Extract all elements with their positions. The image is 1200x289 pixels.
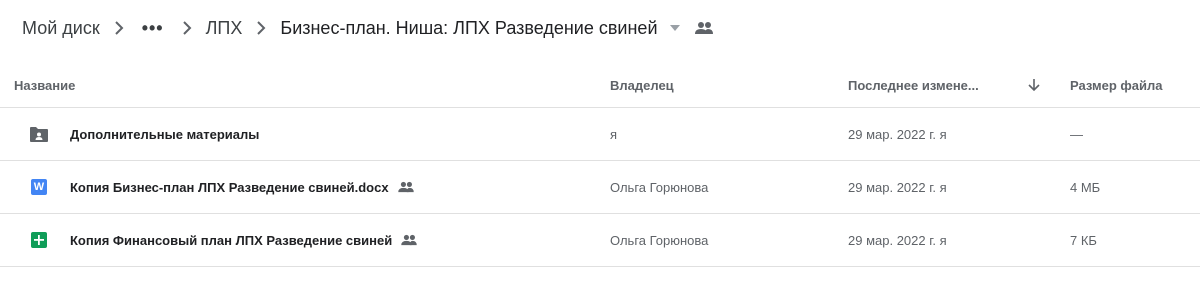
shared-people-icon	[397, 181, 415, 193]
file-name: Копия Финансовый план ЛПХ Разведение сви…	[70, 214, 418, 266]
file-name: Копия Бизнес-план ЛПХ Разведение свиней.…	[70, 161, 415, 213]
sort-arrow-down-icon[interactable]	[1028, 63, 1040, 107]
column-header-size[interactable]: Размер файла	[1070, 63, 1163, 107]
file-owner: Ольга Горюнова	[610, 179, 709, 195]
chevron-right-icon	[172, 21, 202, 35]
file-owner: я	[610, 126, 618, 142]
file-owner: Ольга Горюнова	[610, 232, 709, 248]
file-size: 4 МБ	[1070, 179, 1101, 195]
shared-folder-icon	[28, 108, 50, 160]
caret-down-icon[interactable]	[669, 25, 680, 31]
file-modified: 29 мар. 2022 г. я	[848, 232, 947, 248]
file-list-header: Название Владелец Последнее измене... Ра…	[0, 63, 1200, 108]
breadcrumb-more-button[interactable]: •••	[134, 12, 172, 45]
google-sheets-icon	[28, 214, 50, 266]
breadcrumb-current-folder[interactable]: Бизнес-план. Ниша: ЛПХ Разведение свиней	[276, 12, 661, 45]
column-header-name[interactable]: Название	[14, 63, 75, 107]
file-size: 7 КБ	[1070, 232, 1097, 248]
column-header-modified[interactable]: Последнее измене...	[848, 63, 979, 107]
table-row[interactable]: W Копия Бизнес-план ЛПХ Разведение свине…	[0, 161, 1200, 214]
chevron-right-icon	[104, 21, 134, 35]
file-name: Дополнительные материалы	[70, 126, 260, 142]
file-modified: 29 мар. 2022 г. я	[848, 179, 947, 195]
file-modified: 29 мар. 2022 г. я	[848, 126, 947, 142]
shared-people-icon	[400, 234, 418, 246]
table-row[interactable]: Дополнительные материалы я 29 мар. 2022 …	[0, 108, 1200, 161]
breadcrumb-my-drive[interactable]: Мой диск	[18, 12, 104, 45]
chevron-right-icon	[246, 21, 276, 35]
shared-people-icon[interactable]	[694, 21, 714, 35]
breadcrumb-parent-folder[interactable]: ЛПХ	[202, 12, 247, 45]
word-doc-icon: W	[28, 161, 50, 213]
breadcrumb: Мой диск ••• ЛПХ Бизнес-план. Ниша: ЛПХ …	[0, 0, 1200, 56]
table-row[interactable]: Копия Финансовый план ЛПХ Разведение сви…	[0, 214, 1200, 267]
file-size: —	[1070, 126, 1083, 142]
column-header-owner[interactable]: Владелец	[610, 63, 674, 107]
